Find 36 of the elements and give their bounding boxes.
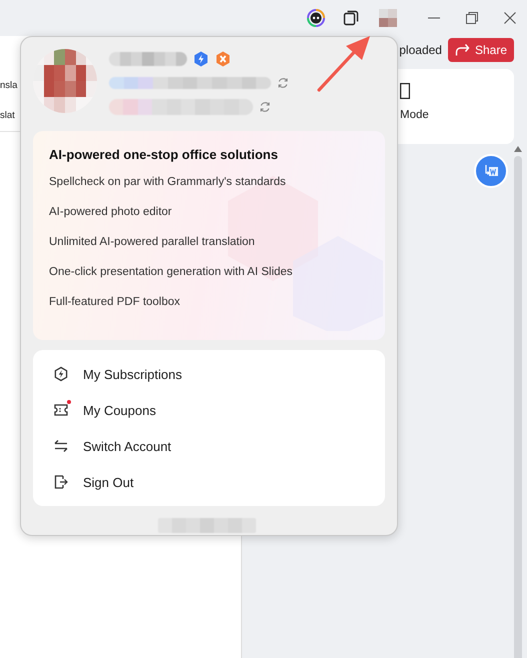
assistant-icon[interactable] bbox=[307, 9, 325, 27]
feature-text: Full-featured PDF toolbox bbox=[49, 295, 182, 310]
feature-text: Spellcheck on par with Grammarly's standards bbox=[49, 175, 287, 190]
lightning-badge-icon bbox=[193, 51, 209, 67]
lightning-icon bbox=[53, 366, 69, 382]
refresh-icon[interactable] bbox=[259, 101, 271, 113]
mode-label: Mode bbox=[400, 109, 430, 121]
refresh-icon[interactable] bbox=[277, 77, 289, 89]
restore-icon[interactable] bbox=[465, 11, 479, 25]
document-icon bbox=[400, 83, 410, 99]
close-icon[interactable] bbox=[503, 11, 517, 25]
translate-button[interactable] bbox=[474, 154, 508, 188]
menu-item[interactable]: Switch Account bbox=[33, 428, 385, 464]
cross-badge-icon bbox=[215, 51, 231, 67]
scrollbar-thumb[interactable] bbox=[514, 156, 522, 658]
annotation-arrow bbox=[316, 34, 372, 92]
promo-title: AI-powered one-stop office solutions bbox=[49, 147, 279, 162]
menu-item[interactable]: My Coupons bbox=[33, 392, 385, 428]
menu-item[interactable]: My Subscriptions bbox=[33, 356, 385, 392]
feature-text: AI-powered photo editor bbox=[49, 205, 173, 220]
ticket-icon bbox=[53, 402, 69, 418]
upload-status: ploaded bbox=[399, 43, 442, 57]
menu-item[interactable]: Sign Out bbox=[33, 464, 385, 500]
windows-icon[interactable] bbox=[343, 10, 359, 26]
avatar[interactable] bbox=[379, 9, 397, 27]
swap-arrows-icon bbox=[53, 438, 69, 454]
share-icon bbox=[454, 43, 471, 57]
sign-out-icon bbox=[53, 474, 69, 490]
feature-text: One-click presentation generation with AI Slides bbox=[49, 265, 294, 280]
cut-off-text: nsla bbox=[0, 80, 18, 92]
cut-off-text: slat bbox=[0, 110, 15, 122]
scroll-up-icon[interactable] bbox=[514, 146, 522, 152]
share-button[interactable]: Share bbox=[448, 38, 514, 62]
feature-text: Unlimited AI-powered parallel translation bbox=[49, 235, 256, 250]
translate-icon bbox=[483, 164, 499, 178]
avatar bbox=[33, 49, 97, 113]
